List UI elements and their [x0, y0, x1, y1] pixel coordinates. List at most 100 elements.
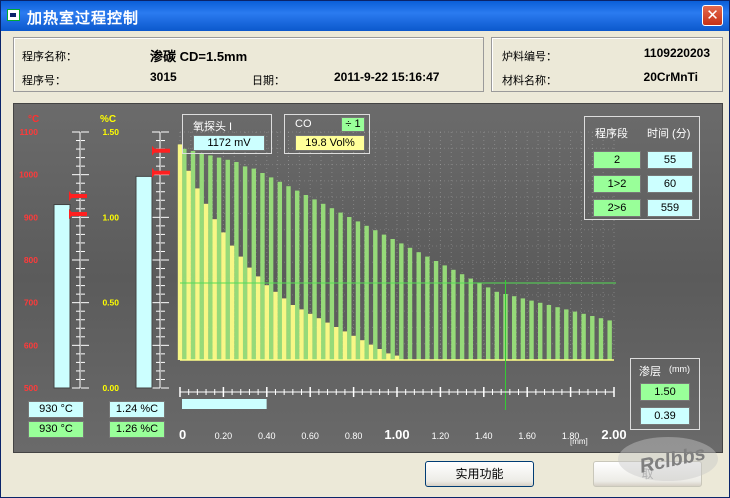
gauge-tick-label: 1.00	[102, 212, 119, 222]
co-factor: ÷ 1	[341, 117, 365, 132]
gauge-tick-label: 700	[24, 298, 38, 308]
gauge-tick-label: 800	[24, 255, 38, 265]
chart-bar	[555, 307, 560, 360]
chart-bar	[538, 302, 543, 360]
chart-bar	[299, 309, 304, 360]
chart-bar	[221, 232, 226, 360]
chart-bar	[177, 144, 183, 360]
watermark-logo: Rclbbs	[618, 437, 718, 481]
chart-bar	[264, 285, 269, 360]
temp-setpoint-readout: 930 °C	[28, 421, 84, 438]
x-axis-tick-label: 0.80	[345, 431, 363, 441]
x-axis-tick-label: 1.40	[475, 431, 493, 441]
segment-cell: 2	[593, 151, 641, 169]
carbon-gauge: 1.50 1.00 0.50 0.00	[102, 127, 170, 393]
chart-bar	[212, 219, 217, 360]
time-header: 时间 (分)	[647, 128, 691, 140]
furnace-no-value: 1109220203	[643, 46, 710, 60]
chart-bar	[190, 151, 196, 360]
chart-bar	[485, 287, 491, 360]
chart-bar	[459, 274, 465, 360]
date-label: 日期：	[252, 75, 285, 87]
chart-bar	[390, 239, 395, 360]
chart-bar	[277, 181, 283, 360]
chart-bar	[321, 203, 326, 360]
gauge-tick-label: 0.00	[102, 383, 119, 393]
program-no-value: 3015	[150, 70, 177, 84]
chart-bar	[433, 261, 439, 360]
chart-bar	[294, 190, 300, 360]
gauge-bar	[53, 204, 71, 389]
chart-bar	[199, 153, 204, 360]
app-icon	[7, 9, 20, 21]
time-cell: 55	[647, 151, 693, 169]
gauge-tick-label: 600	[24, 340, 38, 350]
program-info-panel: 程序名称： 渗碳 CD=1.5mm 程序号： 3015 日期： 2011-9-2…	[13, 37, 484, 92]
chart-bar	[186, 170, 191, 360]
chart-bar	[468, 278, 473, 360]
gauge-tick-label: 1100	[20, 127, 39, 137]
chart-bar	[494, 291, 500, 360]
window: 加热室过程控制 ✕ 程序名称： 渗碳 CD=1.5mm 程序号： 3015 日期…	[0, 0, 730, 498]
program-name-label: 程序名称：	[22, 51, 77, 63]
chart-bar	[247, 267, 252, 360]
chart-bar	[529, 300, 534, 360]
x-axis-tick-label: 0.20	[215, 431, 233, 441]
x-axis-tick-label: 1.20	[432, 431, 450, 441]
chart-bar	[546, 305, 552, 360]
chart-bar	[325, 322, 330, 360]
segment-cell: 1>2	[593, 175, 641, 193]
utility-functions-button[interactable]: 实用功能	[425, 461, 534, 487]
chart-bar	[590, 316, 595, 360]
carbon-unit-label: %C	[100, 114, 116, 125]
x-axis-tick-label: 1.60	[518, 431, 536, 441]
chart-bar	[416, 252, 421, 360]
carbon-setpoint-readout: 1.26 %C	[109, 421, 165, 438]
chart-bar	[182, 148, 187, 360]
furnace-no-label: 炉料编号：	[502, 51, 557, 63]
close-button[interactable]: ✕	[702, 5, 723, 26]
co-label: CO	[295, 118, 312, 130]
chart-bar	[290, 305, 296, 360]
chart-bar	[351, 335, 356, 360]
segment-cell: 2>6	[593, 199, 641, 217]
chart-bar	[208, 155, 213, 360]
co-box: CO ÷ 1 19.8 Vol%	[284, 114, 370, 154]
x-axis-tick-label: 0	[179, 427, 186, 442]
chart-bar	[373, 230, 378, 360]
temperature-gauge: 1100 1000 900 800 700 600 500	[19, 127, 89, 393]
material-info-panel: 炉料编号： 1109220203 材料名称： 20CrMnTi	[491, 37, 723, 92]
chart-bar	[203, 203, 209, 360]
chart-bar	[511, 296, 517, 360]
temp-unit-label: °C	[28, 114, 39, 125]
material-value: 20CrMnTi	[643, 70, 698, 84]
chart-bar	[360, 340, 365, 360]
chart-bar	[364, 225, 369, 360]
x-axis: 0 0.20 0.40 0.60 0.80 1.00 1.20 1.40 1.60 1.80 2.0…	[179, 387, 627, 442]
chart-bar	[281, 298, 287, 360]
program-name-value: 渗碳 CD=1.5mm	[150, 49, 248, 64]
case-depth-target: 1.50	[640, 383, 690, 401]
title-bar[interactable]: 加热室过程控制 ✕	[1, 1, 729, 31]
chart-bar	[273, 291, 278, 360]
case-depth-label: 渗层	[639, 366, 661, 378]
gauge-tick-label: 1.50	[102, 127, 119, 137]
case-depth-unit: (mm)	[669, 364, 690, 374]
chart-bar	[268, 177, 274, 360]
chart-bar	[377, 349, 382, 360]
chart-bar	[520, 298, 526, 360]
chart-bar	[238, 256, 243, 360]
chart-bar	[316, 318, 322, 360]
chart-bar	[286, 186, 291, 360]
chart-bar	[564, 309, 569, 360]
chart-bar	[255, 276, 261, 360]
segment-header: 程序段	[595, 128, 628, 140]
x-axis-tick-label: 0.60	[301, 431, 319, 441]
chart-bar	[607, 320, 612, 360]
chart-bar	[347, 217, 352, 360]
x-axis-tick-label: 0.40	[258, 431, 276, 441]
gauge-tick-label: 500	[24, 383, 38, 393]
chart-bar	[381, 234, 387, 360]
setpoint-marker-arrow	[152, 167, 156, 178]
chart-bar	[229, 245, 235, 360]
